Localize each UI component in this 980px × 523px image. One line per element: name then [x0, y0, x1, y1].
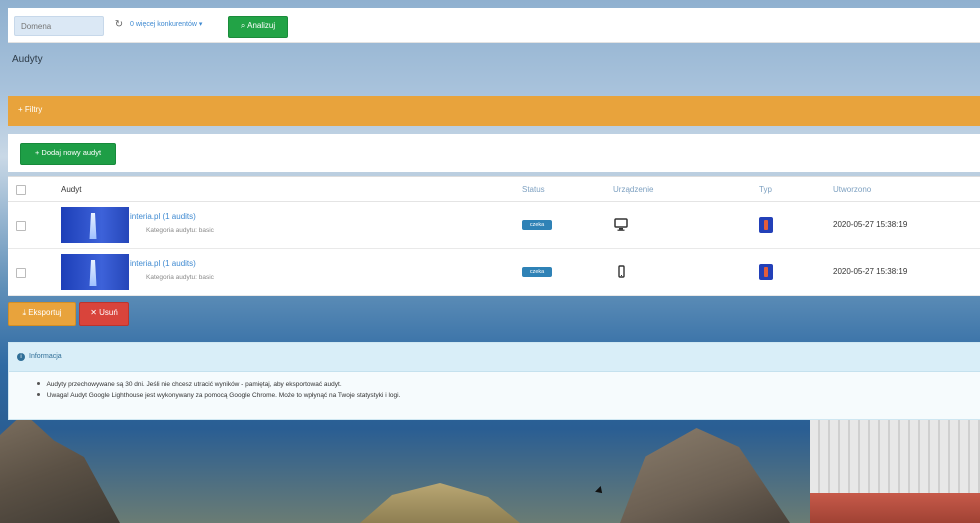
- background-rock-left: [0, 413, 120, 523]
- desktop-icon: [614, 218, 628, 231]
- status-badge: czeka: [522, 267, 552, 277]
- mouse-cursor-icon: [595, 486, 605, 496]
- lighthouse-icon: [759, 217, 773, 233]
- audit-link[interactable]: interia.pl (1 audits): [130, 259, 196, 268]
- analyze-button[interactable]: ⌕ Analizuj: [228, 16, 288, 38]
- created-date: 2020-05-27 15:38:19: [833, 267, 908, 276]
- table-row: interia.pl (1 audits) Kategoria audytu: …: [8, 202, 980, 249]
- page-title: Audyty: [12, 54, 43, 65]
- delete-button[interactable]: ✕ Usuń: [79, 302, 129, 326]
- audit-thumbnail: [61, 254, 129, 290]
- select-all-checkbox[interactable]: [16, 185, 26, 195]
- filters-toggle[interactable]: + Filtry: [18, 105, 42, 114]
- background-grass: [360, 483, 520, 523]
- bullet-icon: [37, 382, 40, 385]
- info-panel: i Informacja Audyty przechowywane są 30 …: [8, 342, 980, 420]
- info-icon: i: [17, 353, 25, 361]
- delete-button-label: Usuń: [99, 308, 118, 317]
- lighthouse-icon: [759, 264, 773, 280]
- export-button-label: Eksportuj: [28, 308, 62, 317]
- table-header: Audyt Status Urządzenie Typ Utworzono: [8, 177, 980, 202]
- header-created[interactable]: Utworzono: [833, 185, 871, 194]
- table-row: interia.pl (1 audits) Kategoria audytu: …: [8, 249, 980, 296]
- info-title: Informacja: [29, 353, 62, 360]
- bullet-icon: [37, 393, 40, 396]
- info-line-text: Audyty przechowywane są 30 dni. Jeśli ni…: [46, 381, 342, 388]
- info-line-text: Uwaga! Audyt Google Lighthouse jest wyko…: [46, 392, 401, 399]
- mobile-icon: [618, 265, 625, 278]
- audits-table: Audyt Status Urządzenie Typ Utworzono in…: [8, 176, 980, 296]
- top-bar: ↻ 0 więcej konkurentów ▾ ⌕ Analizuj: [8, 8, 980, 43]
- created-date: 2020-05-27 15:38:19: [833, 220, 908, 229]
- audit-thumbnail: [61, 207, 129, 243]
- domain-input[interactable]: [14, 16, 104, 36]
- competitors-dropdown[interactable]: 0 więcej konkurentów ▾: [130, 20, 202, 28]
- filters-bar[interactable]: + Filtry: [8, 96, 980, 126]
- header-audit: Audyt: [61, 185, 82, 194]
- header-type[interactable]: Typ: [759, 185, 772, 194]
- info-line: Audyty przechowywane są 30 dni. Jeśli ni…: [37, 381, 400, 388]
- header-device[interactable]: Urządzenie: [613, 185, 653, 194]
- audit-link[interactable]: interia.pl (1 audits): [130, 212, 196, 221]
- audit-category: Kategoria audytu: basic: [146, 227, 214, 234]
- row-checkbox[interactable]: [16, 221, 26, 231]
- info-header: i Informacja: [9, 343, 980, 372]
- audit-category: Kategoria audytu: basic: [146, 274, 214, 281]
- export-button[interactable]: ⤓ Eksportuj: [8, 302, 76, 326]
- info-line: Uwaga! Audyt Google Lighthouse jest wyko…: [37, 392, 400, 399]
- row-checkbox[interactable]: [16, 268, 26, 278]
- info-list: Audyty przechowywane są 30 dni. Jeśli ni…: [37, 381, 400, 403]
- header-status[interactable]: Status: [522, 185, 545, 194]
- analyze-button-label: Analizuj: [247, 21, 276, 30]
- status-badge: czeka: [522, 220, 552, 230]
- add-audit-panel: + Dodaj nowy audyt: [8, 134, 980, 172]
- close-icon: ✕: [90, 308, 100, 317]
- add-audit-button[interactable]: + Dodaj nowy audyt: [20, 143, 116, 165]
- refresh-icon[interactable]: ↻: [112, 18, 126, 32]
- background-lighthouse-base: [810, 493, 980, 523]
- background-rock-middle: [620, 428, 790, 523]
